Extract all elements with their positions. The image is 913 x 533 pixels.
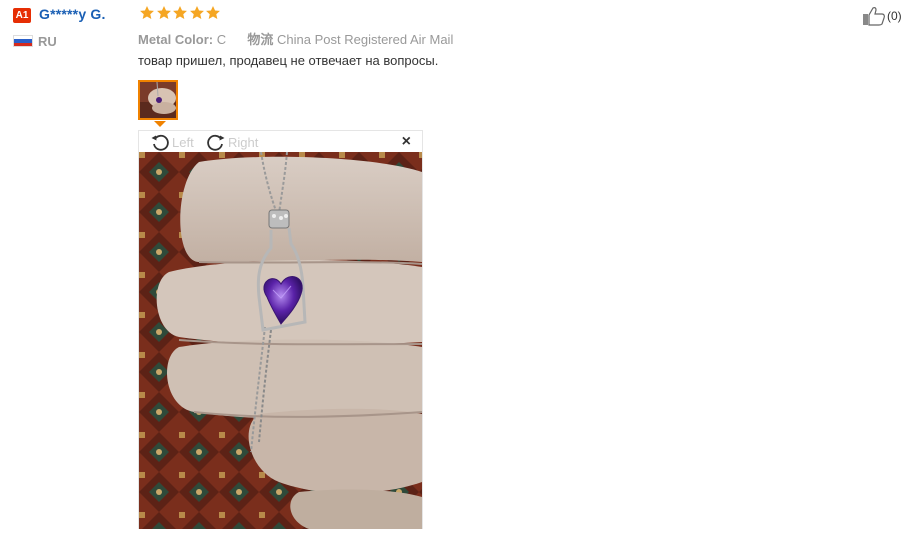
star-icon xyxy=(189,6,204,19)
rotate-left-icon xyxy=(151,134,169,151)
review-photo-image xyxy=(139,152,422,529)
shipping-label: 物流 xyxy=(247,32,274,47)
viewer-toolbar: Left Right × xyxy=(139,131,422,152)
rotate-right-icon xyxy=(207,134,225,151)
star-icon xyxy=(140,6,154,19)
star-rating xyxy=(139,5,222,23)
reviewer-country: RU xyxy=(38,34,57,49)
rotate-right-button[interactable]: Right xyxy=(206,132,258,152)
review-photo-thumbnail[interactable] xyxy=(138,80,178,120)
metal-color-value: C xyxy=(216,32,227,47)
rotate-left-label: Left xyxy=(172,134,194,150)
helpful-count: (0) xyxy=(887,9,902,23)
metal-color-label: Metal Color: xyxy=(138,32,214,47)
feedback-text: товар пришел, продавец не отвечает на во… xyxy=(138,53,439,68)
rotate-left-button[interactable]: Left xyxy=(150,132,194,152)
rotate-right-label: Right xyxy=(228,134,259,150)
order-info: Metal Color: C 物流 China Post Registered … xyxy=(138,29,453,48)
thumbnail-image xyxy=(140,82,176,118)
reviewer-name[interactable]: G*****y G. xyxy=(39,6,106,22)
star-icon xyxy=(156,6,171,19)
review-photo xyxy=(139,152,422,529)
shipping-method: China Post Registered Air Mail xyxy=(277,32,454,47)
helpful-button[interactable]: (0) xyxy=(862,6,902,26)
thumbnail-pointer xyxy=(154,121,166,127)
thumbs-up-icon xyxy=(863,7,885,26)
star-icon xyxy=(173,6,187,19)
level-badge: A1 xyxy=(13,8,31,23)
russia-flag-icon xyxy=(13,35,33,47)
close-icon[interactable]: × xyxy=(402,134,411,150)
star-icon xyxy=(206,6,220,19)
image-viewer: Left Right × xyxy=(138,130,423,529)
